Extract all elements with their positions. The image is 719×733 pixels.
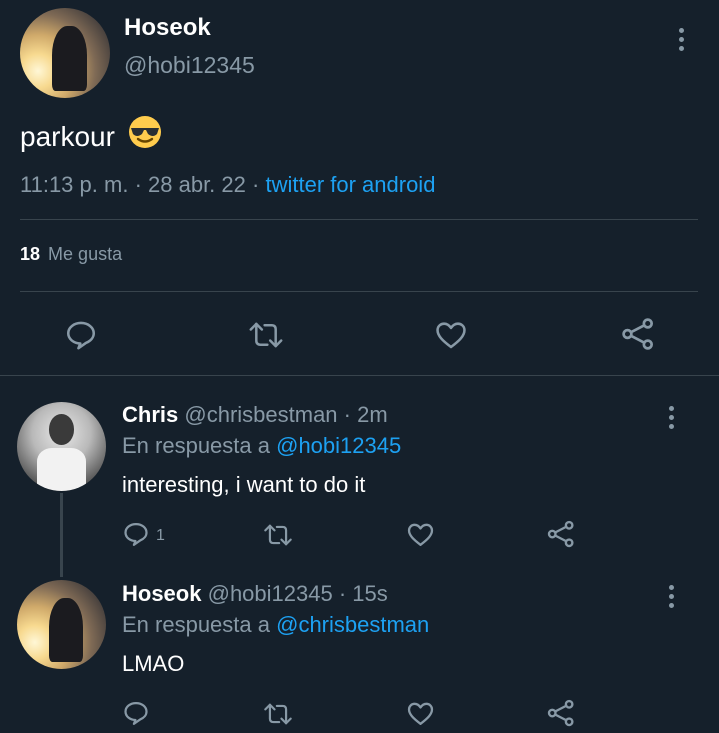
likes-label: Me gusta	[48, 244, 123, 264]
author-handle[interactable]: @hobi12345	[208, 581, 333, 606]
more-options-icon[interactable]	[669, 406, 675, 429]
section-divider	[0, 375, 719, 376]
reply-header: Chris @chrisbestman · 2m	[122, 402, 388, 428]
share-icon[interactable]	[546, 519, 576, 554]
avatar[interactable]	[20, 8, 110, 98]
tweet-text: parkour	[20, 114, 163, 157]
sunglasses-emoji	[127, 114, 163, 157]
avatar[interactable]	[17, 402, 106, 491]
author-name[interactable]: Hoseok	[124, 14, 211, 42]
heart-icon[interactable]	[406, 520, 435, 554]
divider	[20, 219, 698, 220]
reply-time: · 15s	[338, 581, 388, 606]
reply-icon[interactable]	[122, 699, 150, 732]
reply-context: En respuesta a @hobi12345	[122, 433, 401, 459]
reply-icon[interactable]	[122, 520, 150, 553]
heart-icon[interactable]	[434, 318, 468, 357]
more-options-icon[interactable]	[669, 585, 675, 608]
reply-to-link[interactable]: @hobi12345	[276, 433, 401, 458]
reply-count: 1	[156, 527, 165, 544]
meta-separator: ·	[252, 172, 260, 197]
reply-prefix: En respuesta a	[122, 612, 270, 637]
reply-to-link[interactable]: @chrisbestman	[276, 612, 429, 637]
reply-context: En respuesta a @chrisbestman	[122, 612, 429, 638]
author-handle[interactable]: @hobi12345	[124, 52, 255, 79]
tweet-meta: 11:13 p. m. · 28 abr. 22 · twitter for a…	[20, 172, 435, 198]
tweet-time: 11:13 p. m.	[20, 172, 129, 197]
author-name[interactable]: Chris	[122, 402, 178, 427]
likes-stat[interactable]: 18 Me gusta	[20, 244, 122, 265]
tweet-source-link[interactable]: twitter for android	[265, 172, 435, 197]
share-icon[interactable]	[546, 698, 576, 733]
reply-text: interesting, i want to do it	[122, 472, 366, 497]
heart-icon[interactable]	[406, 699, 435, 733]
reply-prefix: En respuesta a	[122, 433, 270, 458]
thread-line	[60, 493, 63, 577]
author-handle[interactable]: @chrisbestman	[184, 402, 337, 427]
reply-time: · 2m	[343, 402, 388, 427]
more-options-icon[interactable]	[679, 28, 685, 51]
retweet-icon[interactable]	[263, 521, 293, 554]
share-icon[interactable]	[620, 316, 656, 357]
avatar[interactable]	[17, 580, 106, 669]
retweet-icon[interactable]	[263, 700, 293, 733]
divider	[20, 291, 698, 292]
reply-icon[interactable]	[64, 318, 98, 357]
tweet-date: 28 abr. 22	[148, 172, 246, 197]
author-name[interactable]: Hoseok	[122, 581, 201, 606]
reply-header: Hoseok @hobi12345 · 15s	[122, 581, 388, 607]
reply-text: LMAO	[122, 651, 185, 676]
meta-separator: ·	[134, 172, 142, 197]
retweet-icon[interactable]	[248, 318, 284, 357]
likes-count: 18	[20, 244, 41, 264]
